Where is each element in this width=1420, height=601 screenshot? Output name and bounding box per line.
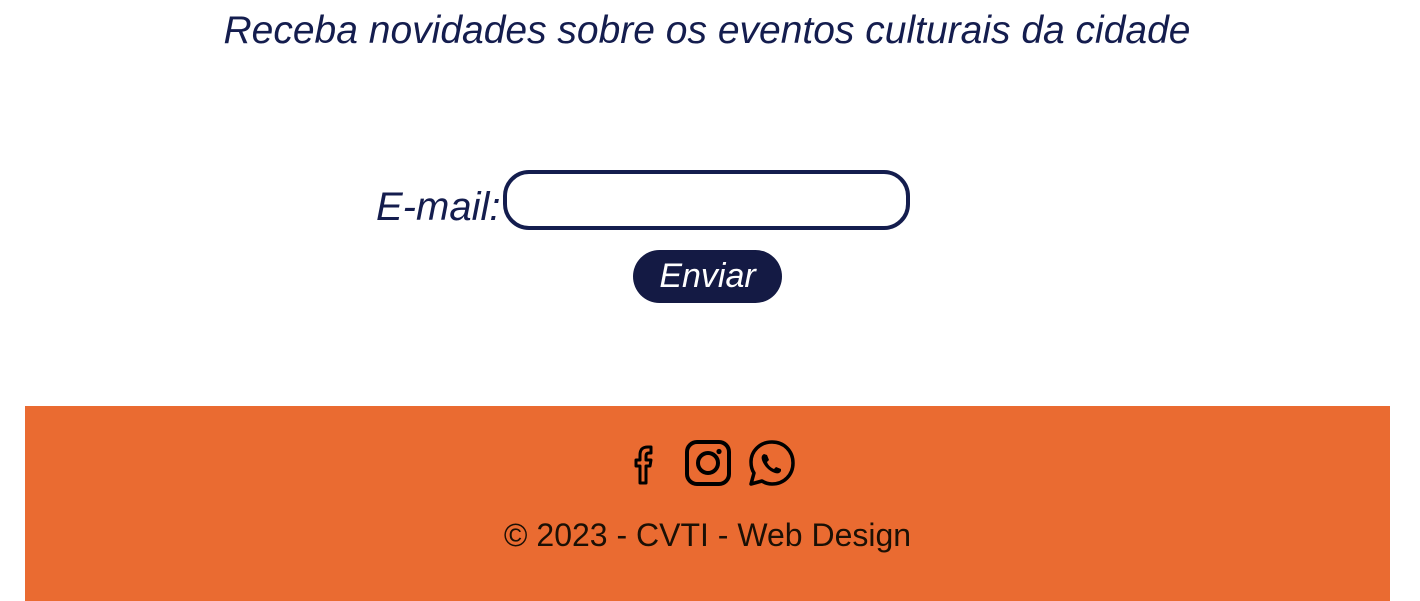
email-label: E-mail:: [376, 185, 501, 229]
whatsapp-icon[interactable]: [743, 439, 801, 487]
instagram-icon[interactable]: [679, 439, 737, 487]
send-button[interactable]: Enviar: [633, 250, 782, 303]
site-footer: © 2023 - CVTI - Web Design: [25, 406, 1390, 601]
facebook-icon[interactable]: [615, 439, 673, 487]
social-links: [25, 439, 1390, 487]
newsletter-headline: Receba novidades sobre os eventos cultur…: [223, 9, 1191, 52]
email-input[interactable]: [503, 170, 910, 230]
copyright-text: © 2023 - CVTI - Web Design: [503, 517, 912, 553]
